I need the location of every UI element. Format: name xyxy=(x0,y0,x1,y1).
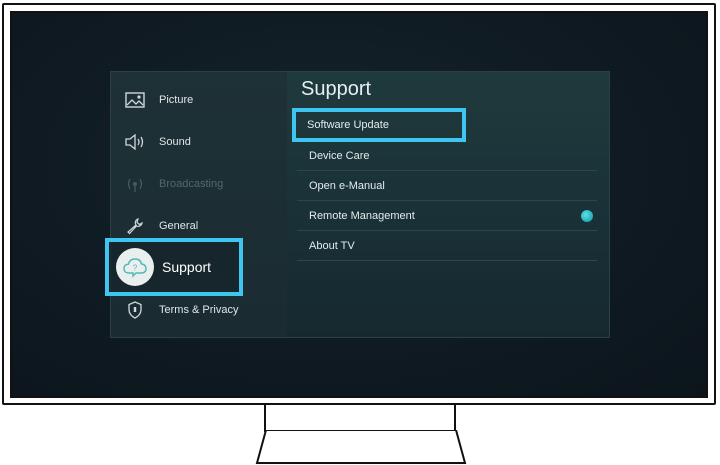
category-label: Support xyxy=(162,259,212,275)
status-indicator-dot xyxy=(581,210,593,222)
speaker-icon xyxy=(123,130,147,154)
item-label: Open e-Manual xyxy=(309,180,385,192)
about-tv-item[interactable]: About TV xyxy=(297,232,597,261)
settings-menu: Picture Sound Broadcasting General ? Sup… xyxy=(105,71,610,338)
software-update-item[interactable]: Software Update xyxy=(292,108,466,142)
cloud-question-icon: ? xyxy=(116,248,154,286)
tv-stand-neck xyxy=(264,405,456,432)
picture-icon xyxy=(123,88,147,112)
category-label: Picture xyxy=(159,94,194,106)
item-label: Remote Management xyxy=(309,210,415,222)
item-label: Software Update xyxy=(307,119,389,131)
category-label: General xyxy=(159,220,199,232)
wrench-icon xyxy=(123,214,147,238)
item-label: Device Care xyxy=(309,150,370,162)
category-label: Broadcasting xyxy=(159,178,224,190)
open-e-manual-item[interactable]: Open e-Manual xyxy=(297,172,597,201)
category-broadcasting[interactable]: Broadcasting xyxy=(111,169,287,199)
category-picture[interactable]: Picture xyxy=(111,85,287,115)
category-label: Sound xyxy=(159,136,191,148)
device-care-item[interactable]: Device Care xyxy=(297,142,597,171)
category-support[interactable]: ? Support xyxy=(105,238,243,296)
panel-title: Support xyxy=(301,78,372,100)
svg-text:?: ? xyxy=(133,264,138,273)
item-label: About TV xyxy=(309,240,355,252)
support-panel: Support Software Update Device Care Open… xyxy=(287,72,609,337)
remote-management-item[interactable]: Remote Management xyxy=(297,202,597,231)
broadcast-icon xyxy=(123,172,147,196)
shield-icon xyxy=(123,298,147,322)
tv-stand-base xyxy=(255,430,467,464)
category-list: Picture Sound Broadcasting General ? Sup… xyxy=(105,72,287,337)
category-general[interactable]: General xyxy=(111,211,287,241)
category-terms-privacy[interactable]: Terms & Privacy xyxy=(111,295,287,325)
category-label: Terms & Privacy xyxy=(159,304,239,316)
category-sound[interactable]: Sound xyxy=(111,127,287,157)
